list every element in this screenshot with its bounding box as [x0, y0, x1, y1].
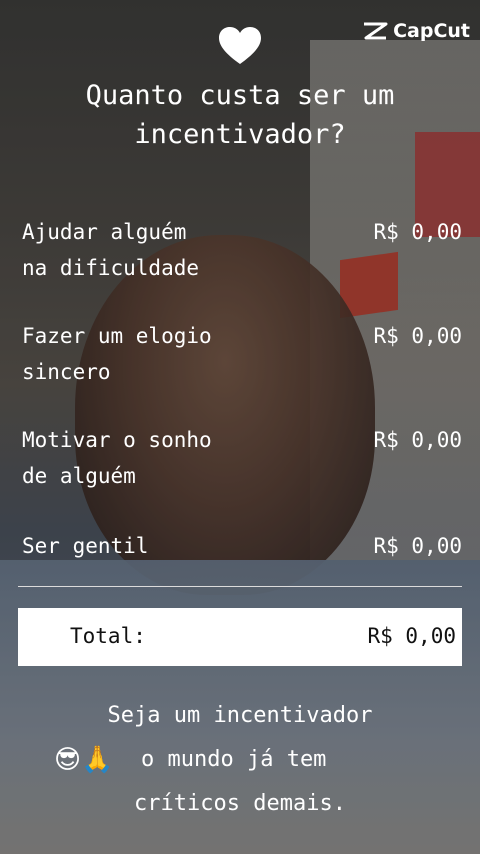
- item-label-line: Fazer um elogio: [22, 324, 212, 348]
- item-label: Ajudar alguém na dificuldade: [22, 214, 282, 286]
- divider: [18, 586, 462, 587]
- capcut-watermark: CapCut: [362, 20, 470, 42]
- item-price: R$ 0,00: [373, 220, 462, 244]
- title-line-2: incentivador?: [134, 119, 346, 150]
- item-price: R$ 0,00: [373, 534, 462, 558]
- footer-line-1: Seja um incentivador: [107, 703, 373, 728]
- item-label: Motivar o sonho de alguém: [22, 422, 282, 494]
- heart-icon: [219, 27, 261, 64]
- price-list-item: Motivar o sonho de alguém R$ 0,00: [22, 422, 462, 494]
- item-price: R$ 0,00: [373, 428, 462, 452]
- page-title: Quanto custa ser um incentivador?: [0, 76, 480, 154]
- price-list-item: Ser gentil R$ 0,00: [22, 528, 462, 564]
- total-value: R$ 0,00: [367, 624, 456, 648]
- sunglasses-praying-emoji-icon: 😎🙏: [54, 745, 114, 775]
- footer-line-2: o mundo já tem: [141, 747, 327, 772]
- item-label-line: Ser gentil: [22, 534, 149, 558]
- item-label: Ser gentil: [22, 528, 282, 564]
- capcut-brand-text: CapCut: [393, 20, 470, 42]
- item-label: Fazer um elogio sincero: [22, 318, 282, 390]
- capcut-logo-icon: [364, 22, 388, 40]
- item-label-line: Ajudar alguém: [22, 220, 187, 244]
- total-label: Total:: [70, 624, 146, 648]
- item-label-line: na dificuldade: [22, 256, 200, 280]
- item-price: R$ 0,00: [373, 324, 462, 348]
- price-list-item: Fazer um elogio sincero R$ 0,00: [22, 318, 462, 390]
- price-list-item: Ajudar alguém na dificuldade R$ 0,00: [22, 214, 462, 286]
- title-line-1: Quanto custa ser um: [85, 80, 395, 111]
- item-label-line: Motivar o sonho: [22, 428, 212, 452]
- item-label-line: sincero: [22, 360, 111, 384]
- item-label-line: de alguém: [22, 464, 136, 488]
- footer-line-3: críticos demais.: [134, 791, 346, 816]
- total-box: Total: R$ 0,00: [18, 608, 462, 666]
